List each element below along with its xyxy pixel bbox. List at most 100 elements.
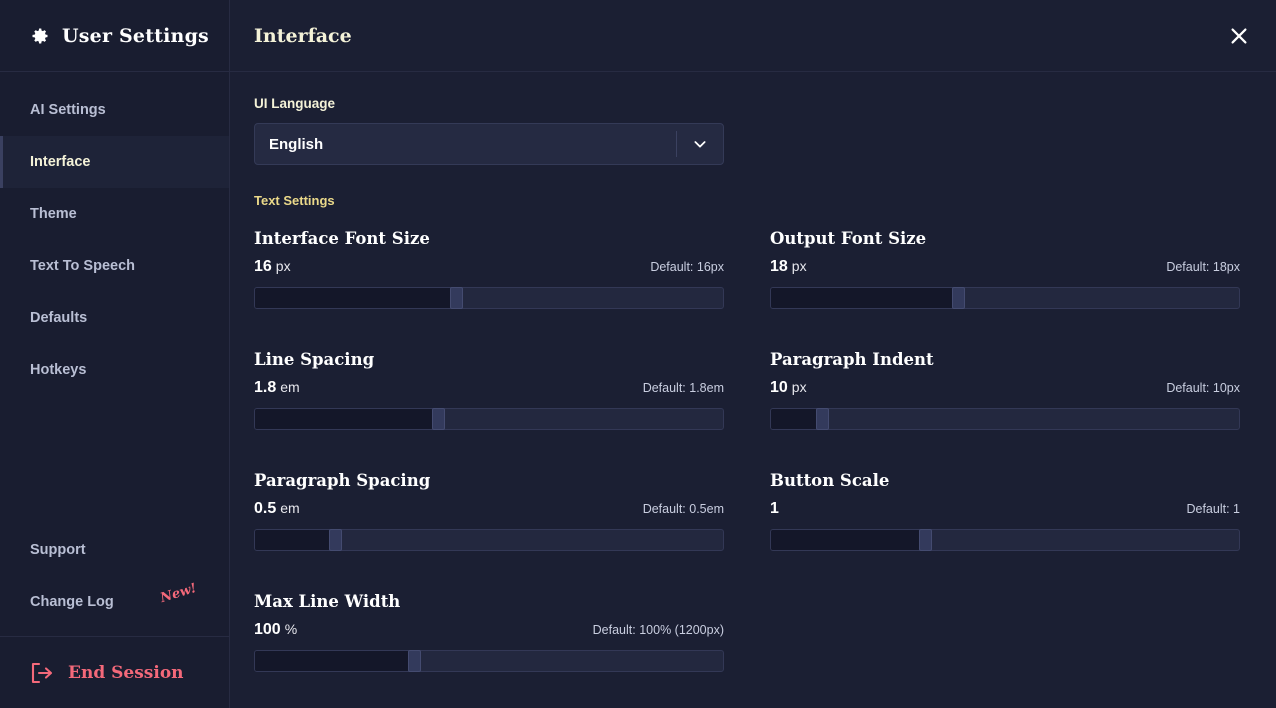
slider-thumb[interactable]	[329, 529, 342, 551]
slider-output-font-size: Output Font Size 18px Default: 18px	[770, 218, 1240, 339]
slider-meta: 1.8em Default: 1.8em	[254, 379, 724, 397]
sidebar-item-defaults[interactable]: Defaults	[0, 292, 229, 344]
app-title: User Settings	[62, 25, 209, 47]
slider-meta: 16px Default: 16px	[254, 258, 724, 276]
sidebar-item-label: Support	[30, 542, 86, 558]
slider-track[interactable]	[770, 408, 1240, 430]
slider-track[interactable]	[770, 287, 1240, 309]
slider-fill	[771, 409, 822, 429]
slider-track[interactable]	[254, 287, 724, 309]
ui-language-label: UI Language	[254, 96, 1252, 111]
sidebar-header: User Settings	[0, 0, 229, 72]
slider-label: Paragraph Spacing	[254, 471, 724, 490]
settings-window: User Settings AI Settings Interface Them…	[0, 0, 1276, 708]
slider-default: Default: 1.8em	[643, 381, 724, 395]
sidebar-item-theme[interactable]: Theme	[0, 188, 229, 240]
slider-value: 16	[254, 258, 272, 275]
slider-fill	[771, 288, 958, 308]
slider-label: Line Spacing	[254, 350, 724, 369]
slider-value-group: 18px	[770, 258, 807, 276]
sidebar-item-label: Hotkeys	[30, 362, 86, 378]
slider-value-group: 0.5em	[254, 500, 300, 518]
slider-label: Max Line Width	[254, 592, 724, 611]
slider-unit: em	[280, 500, 299, 516]
page-title: Interface	[254, 25, 352, 47]
slider-meta: 18px Default: 18px	[770, 258, 1240, 276]
sidebar-bottom-links: Support Change Log New!	[0, 524, 229, 636]
slider-thumb[interactable]	[919, 529, 932, 551]
slider-fill	[255, 651, 414, 671]
slider-default: Default: 16px	[650, 260, 724, 274]
sidebar-item-support[interactable]: Support	[0, 524, 229, 576]
slider-value-group: 100%	[254, 621, 297, 639]
slider-value: 0.5	[254, 500, 276, 517]
slider-button-scale: Button Scale 1 Default: 1	[770, 460, 1240, 581]
slider-unit: px	[792, 258, 807, 274]
sidebar-item-label: Theme	[30, 206, 77, 222]
sidebar-item-ai-settings[interactable]: AI Settings	[0, 84, 229, 136]
sidebar-item-interface[interactable]: Interface	[0, 136, 229, 188]
end-session-button[interactable]: End Session	[0, 636, 229, 708]
slider-default: Default: 18px	[1166, 260, 1240, 274]
sidebar-item-text-to-speech[interactable]: Text To Speech	[0, 240, 229, 292]
slider-thumb[interactable]	[952, 287, 965, 309]
slider-value: 10	[770, 379, 788, 396]
slider-meta: 100% Default: 100% (1200px)	[254, 621, 724, 639]
sidebar-item-label: Change Log	[30, 594, 114, 610]
main-panel: Interface UI Language English Text Setti…	[230, 0, 1276, 708]
slider-value: 100	[254, 621, 281, 638]
slider-thumb[interactable]	[432, 408, 445, 430]
sidebar-item-label: Interface	[30, 154, 90, 170]
close-icon[interactable]	[1228, 25, 1250, 47]
slider-value-group: 1	[770, 500, 783, 518]
slider-line-spacing: Line Spacing 1.8em Default: 1.8em	[254, 339, 724, 460]
sidebar-item-change-log[interactable]: Change Log New!	[0, 576, 229, 628]
slider-value-group: 10px	[770, 379, 807, 397]
slider-default: Default: 10px	[1166, 381, 1240, 395]
slider-unit: em	[280, 379, 299, 395]
slider-thumb[interactable]	[408, 650, 421, 672]
sidebar-item-label: Defaults	[30, 310, 87, 326]
slider-unit: px	[276, 258, 291, 274]
slider-label: Paragraph Indent	[770, 350, 1240, 369]
sliders-grid: Interface Font Size 16px Default: 16px O…	[254, 218, 1252, 702]
slider-value: 1.8	[254, 379, 276, 396]
ui-language-value: English	[255, 136, 676, 153]
slider-max-line-width: Max Line Width 100% Default: 100% (1200p…	[254, 581, 724, 702]
slider-value: 18	[770, 258, 788, 275]
sidebar: User Settings AI Settings Interface Them…	[0, 0, 230, 708]
chevron-down-icon[interactable]	[677, 136, 723, 152]
logout-icon	[30, 662, 54, 684]
main-header: Interface	[230, 0, 1276, 72]
end-session-label: End Session	[68, 663, 184, 683]
slider-value-group: 1.8em	[254, 379, 300, 397]
slider-fill	[771, 530, 925, 550]
slider-track[interactable]	[770, 529, 1240, 551]
sidebar-spacer	[0, 396, 229, 524]
slider-value-group: 16px	[254, 258, 291, 276]
slider-interface-font-size: Interface Font Size 16px Default: 16px	[254, 218, 724, 339]
slider-unit: %	[285, 621, 297, 637]
slider-label: Button Scale	[770, 471, 1240, 490]
ui-language-select[interactable]: English	[254, 123, 724, 165]
slider-thumb[interactable]	[816, 408, 829, 430]
slider-meta: 1 Default: 1	[770, 500, 1240, 518]
slider-paragraph-indent: Paragraph Indent 10px Default: 10px	[770, 339, 1240, 460]
slider-track[interactable]	[254, 650, 724, 672]
sidebar-nav: AI Settings Interface Theme Text To Spee…	[0, 72, 229, 396]
slider-thumb[interactable]	[450, 287, 463, 309]
slider-track[interactable]	[254, 408, 724, 430]
slider-value: 1	[770, 500, 779, 517]
slider-fill	[255, 409, 438, 429]
new-badge: New!	[159, 581, 199, 606]
slider-default: Default: 1	[1186, 502, 1240, 516]
slider-track[interactable]	[254, 529, 724, 551]
slider-fill	[255, 530, 335, 550]
slider-meta: 10px Default: 10px	[770, 379, 1240, 397]
sidebar-item-label: AI Settings	[30, 102, 106, 118]
sidebar-item-hotkeys[interactable]: Hotkeys	[0, 344, 229, 396]
gear-icon	[30, 26, 50, 46]
text-settings-title: Text Settings	[254, 193, 1252, 208]
slider-unit: px	[792, 379, 807, 395]
slider-label: Output Font Size	[770, 229, 1240, 248]
